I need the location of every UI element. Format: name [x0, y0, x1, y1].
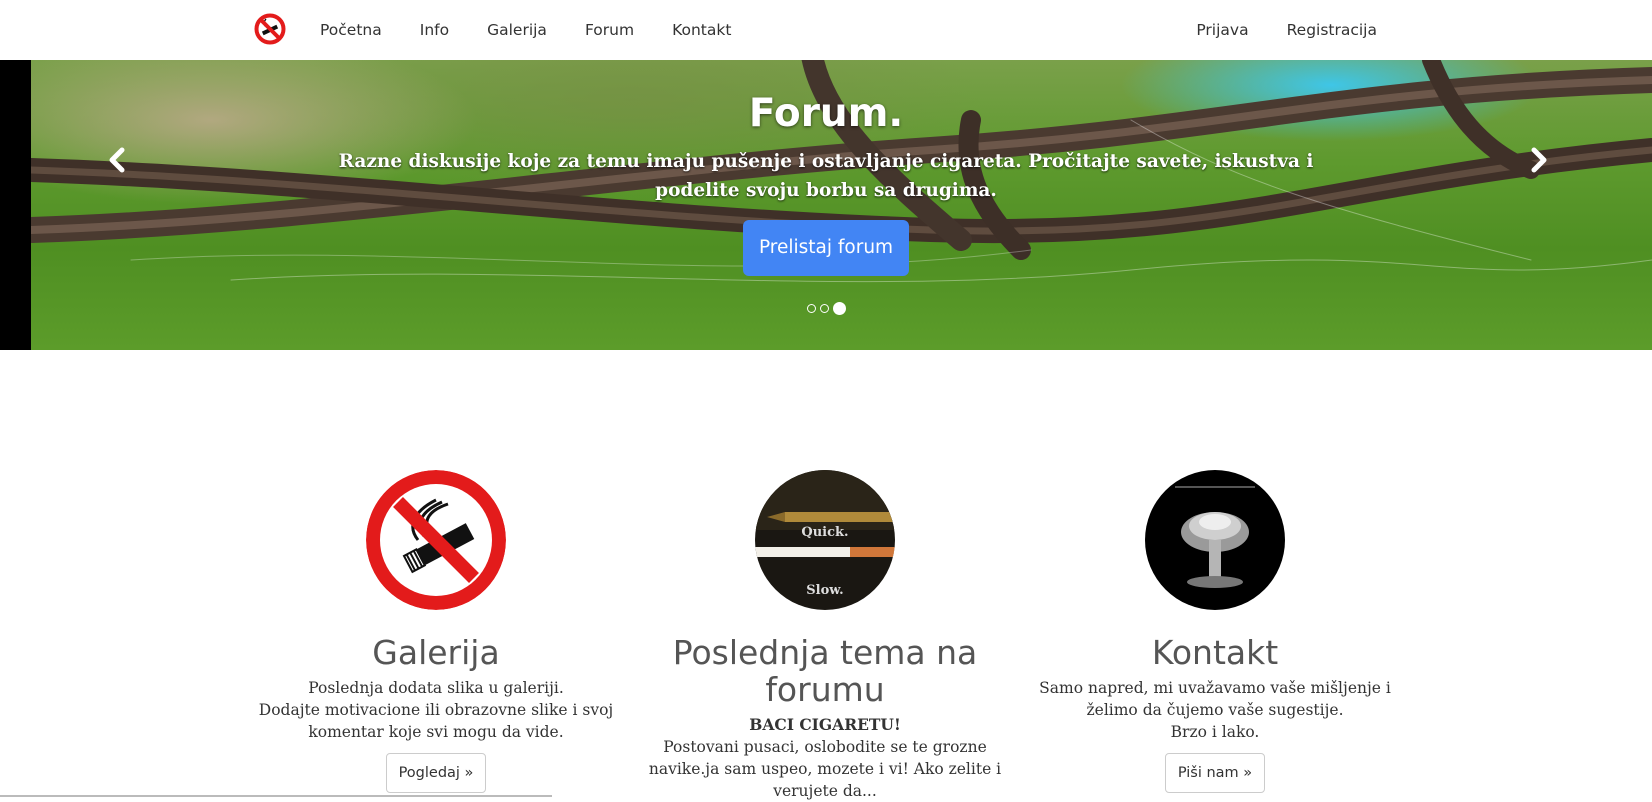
brand-logo[interactable]: [254, 13, 286, 45]
write-us-button[interactable]: Piši nam »: [1164, 753, 1266, 793]
view-gallery-button[interactable]: Pogledaj »: [385, 753, 487, 793]
nav-item-prijava[interactable]: Prijava: [1177, 0, 1267, 60]
contact-text: Samo napred, mi uvažavamo vaše mišljenje…: [1035, 677, 1395, 743]
no-smoking-icon: [254, 13, 286, 45]
contact-text-line-2: Brzo i lako.: [1170, 723, 1260, 741]
nav-item-kontakt[interactable]: Kontakt: [653, 0, 750, 60]
mushroom-cloud-icon: [1145, 470, 1285, 610]
gallery-text-line-2: Dodajte motivacione ili obrazovne slike …: [258, 701, 614, 741]
navbar: Početna Info Galerija Forum Kontakt Prij…: [0, 0, 1652, 60]
chevron-right-icon: [1531, 147, 1547, 173]
gallery-heading: Galerija: [372, 633, 500, 672]
contact-heading: Kontakt: [1151, 633, 1279, 672]
carousel-next-button[interactable]: [1518, 140, 1558, 180]
contact-column: Kontakt Samo napred, mi uvažavamo vaše m…: [1035, 470, 1395, 793]
quick-text: Quick.: [801, 525, 848, 540]
topic-title[interactable]: BACI CIGARETU!: [749, 715, 901, 734]
nav-item-galerija[interactable]: Galerija: [468, 0, 566, 60]
nav-right: Prijava Registracija: [1177, 0, 1377, 60]
slow-text: Slow.: [806, 583, 843, 598]
nav-left: Početna Info Galerija Forum Kontakt: [320, 0, 750, 60]
nav-item-info[interactable]: Info: [401, 0, 468, 60]
carousel-indicators: [0, 301, 1652, 315]
carousel-indicator-2[interactable]: [819, 303, 829, 313]
nav-item-registracija[interactable]: Registracija: [1268, 0, 1377, 60]
topic-excerpt: Postovani pusaci, oslobodite se te grozn…: [648, 738, 1002, 800]
chevron-left-icon: [109, 147, 125, 173]
gallery-text-line-1: Poslednja dodata slika u galeriji.: [308, 679, 564, 697]
forum-image: Quick. Slow.: [755, 470, 895, 610]
gallery-image: [366, 470, 506, 610]
slide-title: Forum.: [748, 91, 904, 136]
nav-item-pocetna[interactable]: Početna: [320, 0, 401, 60]
forum-column: Quick. Slow. Poslednja tema na forumu BA…: [645, 470, 1005, 802]
browse-forum-button[interactable]: Prelistaj forum: [742, 220, 910, 276]
carousel-indicator-1[interactable]: [806, 303, 816, 313]
forum-latest-topic: BACI CIGARETU! Postovani pusaci, oslobod…: [645, 714, 1005, 802]
carousel-caption: Forum. Razne diskusije koje za temu imaj…: [0, 87, 1652, 276]
gallery-text: Poslednja dodata slika u galeriji. Dodaj…: [256, 677, 616, 743]
gallery-column: Galerija Poslednja dodata slika u galeri…: [256, 470, 616, 793]
bullet-cigarette-image: Quick. Slow.: [755, 470, 895, 610]
nav-item-forum[interactable]: Forum: [566, 0, 653, 60]
contact-image: [1145, 470, 1285, 610]
carousel-prev-button[interactable]: [98, 140, 138, 180]
no-smoking-icon: [366, 470, 506, 610]
slide-description: Razne diskusije koje za temu imaju pušen…: [338, 151, 1314, 201]
carousel-indicator-3[interactable]: [832, 301, 846, 315]
forum-heading: Poslednja tema na forumu: [672, 633, 978, 709]
contact-text-line-1: Samo napred, mi uvažavamo vaše mišljenje…: [1039, 679, 1391, 719]
